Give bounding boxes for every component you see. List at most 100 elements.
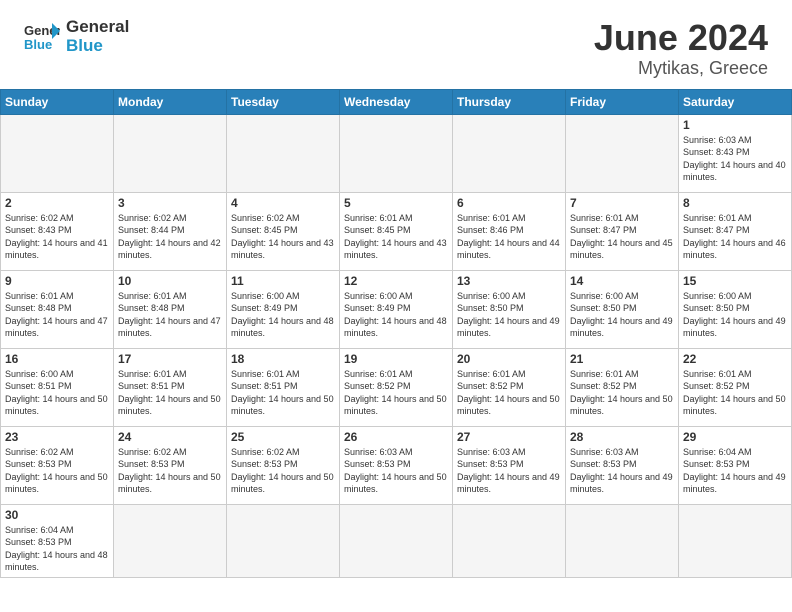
daylight-label: Daylight: 14 hours and 50 minutes. [231, 394, 334, 417]
sunset-label: Sunset: 8:50 PM [683, 303, 750, 313]
calendar-day: 11 Sunrise: 6:00 AMSunset: 8:49 PMDayligh… [227, 270, 340, 348]
sunrise-label: Sunrise: 6:01 AM [344, 213, 413, 223]
daylight-label: Daylight: 14 hours and 50 minutes. [683, 394, 786, 417]
sunset-label: Sunset: 8:53 PM [5, 537, 72, 547]
day-info: Sunrise: 6:01 AM Sunset: 8:51 PM Daylight:… [231, 368, 335, 418]
day-number: 12 [344, 274, 448, 288]
daylight-label: Daylight: 14 hours and 43 minutes. [231, 238, 334, 261]
logo-icon: General Blue [24, 21, 60, 53]
day-number: 25 [231, 430, 335, 444]
daylight-label: Daylight: 14 hours and 41 minutes. [5, 238, 108, 261]
calendar-day: 9Sunrise: 6:01 AMSunset: 8:48 PMDaylight… [1, 270, 114, 348]
svg-text:Blue: Blue [24, 37, 52, 52]
sunrise-label: Sunrise: 6:02 AM [231, 447, 300, 457]
calendar-day: 12 Sunrise: 6:00 AM Sunset: 8:49 PM Dayligh… [340, 270, 453, 348]
logo-blue-text: Blue [66, 37, 129, 56]
sunrise-label: Sunrise: 6:03 AM [683, 135, 752, 145]
sunrise-label: Sunrise: 6:00 AM [457, 291, 526, 301]
daylight-label: Daylight: 14 hours and 48 minutes. [344, 316, 447, 339]
sunrise-label: Sunrise: 6:00 AM [570, 291, 639, 301]
sunset-label: Sunset: 8:52 PM [570, 381, 637, 391]
sunrise-label: Sunrise: 6:00 AM [344, 291, 413, 301]
sunrise-label: Sunrise: 6:01 AM [457, 369, 526, 379]
day-number: 21 [570, 352, 674, 366]
sunrise-label: Sunrise: 6:01 AM [570, 213, 639, 223]
sunrise-label: Sunrise: 6:03 AM [570, 447, 639, 457]
sunrise-label: Sunrise: 6:01 AM [231, 369, 300, 379]
day-info: Sunrise: 6:03 AMSunset: 8:43 PMDaylight:… [683, 134, 787, 184]
calendar-day: 17Sunrise: 6:01 AMSunset: 8:51 PMDayligh… [114, 348, 227, 426]
sunset-label: Sunset: 8:53 PM [457, 459, 524, 469]
sunset-label: Sunset: 8:51 PM [231, 381, 298, 391]
day-number: 3 [118, 196, 222, 210]
sunrise-label: Sunrise: 6:01 AM [570, 369, 639, 379]
sunrise-label: Sunrise: 6:03 AM [457, 447, 526, 457]
empty-cell [340, 114, 453, 192]
calendar-day: 30Sunrise: 6:04 AMSunset: 8:53 PMDayligh… [1, 504, 114, 577]
day-info: Sunrise: 6:02 AMSunset: 8:43 PMDaylight:… [5, 212, 109, 262]
sunset-label: Sunset: 8:52 PM [683, 381, 750, 391]
day-info: Sunrise: 6:01 AMSunset: 8:52 PMDaylight:… [344, 368, 448, 418]
calendar-day: 19Sunrise: 6:01 AMSunset: 8:52 PMDayligh… [340, 348, 453, 426]
calendar-day: 4Sunrise: 6:02 AMSunset: 8:45 PMDaylight… [227, 192, 340, 270]
sunrise-label: Sunrise: 6:00 AM [5, 369, 74, 379]
sunset-label: Sunset: 8:45 PM [344, 225, 411, 235]
daylight-label: Daylight: 14 hours and 49 minutes. [457, 472, 560, 495]
day-info: Sunrise: 6:01 AMSunset: 8:52 PMDaylight:… [570, 368, 674, 418]
daylight-label: Daylight: 14 hours and 50 minutes. [118, 394, 221, 417]
sunset-label: Sunset: 8:49 PM [344, 303, 411, 313]
page-subtitle: Mytikas, Greece [594, 58, 768, 79]
day-info: Sunrise: 6:02 AMSunset: 8:53 PMDaylight:… [5, 446, 109, 496]
sunset-label: Sunset: 8:53 PM [344, 459, 411, 469]
empty-cell [679, 504, 792, 577]
sunrise-label: Sunrise: 6:01 AM [5, 291, 74, 301]
sunset-label: Sunset: 8:48 PM [118, 303, 185, 313]
empty-cell [566, 114, 679, 192]
empty-cell [114, 504, 227, 577]
calendar-day: 18Sunrise: 6:01 AMSunset: 8:51 PMDayligh… [227, 348, 340, 426]
day-info: Sunrise: 6:03 AMSunset: 8:53 PMDaylight:… [344, 446, 448, 496]
day-number: 5 [344, 196, 448, 210]
calendar-day: 6Sunrise: 6:01 AMSunset: 8:46 PMDaylight… [453, 192, 566, 270]
day-number: 26 [344, 430, 448, 444]
day-number: 7 [570, 196, 674, 210]
day-info: Sunrise: 6:02 AMSunset: 8:53 PMDaylight:… [231, 446, 335, 496]
day-info: Sunrise: 6:02 AMSunset: 8:44 PMDaylight:… [118, 212, 222, 262]
day-number: 24 [118, 430, 222, 444]
day-number: 29 [683, 430, 787, 444]
weekday-header: Friday [566, 89, 679, 114]
empty-cell [114, 114, 227, 192]
daylight-label: Daylight: 14 hours and 50 minutes. [344, 394, 447, 417]
day-info: Sunrise: 6:01 AMSunset: 8:47 PMDaylight:… [683, 212, 787, 262]
day-number: 27 [457, 430, 561, 444]
daylight-label: Daylight: 14 hours and 49 minutes. [683, 472, 786, 495]
calendar-day: 25 Sunrise: 6:02 AMSunset: 8:53 PMDayligh… [227, 426, 340, 504]
day-number: 11 [231, 274, 335, 288]
day-info: Sunrise: 6:00 AMSunset: 8:49 PMDaylight:… [231, 290, 335, 340]
day-info: Sunrise: 6:01 AMSunset: 8:47 PMDaylight:… [570, 212, 674, 262]
sunrise-label: Sunrise: 6:00 AM [683, 291, 752, 301]
day-number: 23 [5, 430, 109, 444]
calendar-day: 20Sunrise: 6:01 AMSunset: 8:52 PMDayligh… [453, 348, 566, 426]
day-number: 2 [5, 196, 109, 210]
calendar-day: 14Sunrise: 6:00 AMSunset: 8:50 PMDayligh… [566, 270, 679, 348]
calendar-day: 8Sunrise: 6:01 AMSunset: 8:47 PMDaylight… [679, 192, 792, 270]
daylight-label: Daylight: 14 hours and 50 minutes. [5, 394, 108, 417]
day-info: Sunrise: 6:00 AMSunset: 8:50 PMDaylight:… [570, 290, 674, 340]
logo-general-text: General [66, 18, 129, 37]
calendar-day: 3 Sunrise: 6:02 AMSunset: 8:44 PMDaylight… [114, 192, 227, 270]
sunset-label: Sunset: 8:53 PM [683, 459, 750, 469]
sunrise-label: Sunrise: 6:01 AM [344, 369, 413, 379]
calendar-day: 16Sunrise: 6:00 AMSunset: 8:51 PMDayligh… [1, 348, 114, 426]
day-info: Sunrise: 6:00 AMSunset: 8:50 PMDaylight:… [457, 290, 561, 340]
day-number: 13 [457, 274, 561, 288]
calendar-day: 22Sunrise: 6:01 AMSunset: 8:52 PMDayligh… [679, 348, 792, 426]
sunset-label: Sunset: 8:44 PM [118, 225, 185, 235]
sunrise-label: Sunrise: 6:02 AM [231, 213, 300, 223]
calendar-day: 23 Sunrise: 6:02 AMSunset: 8:53 PMDayligh… [1, 426, 114, 504]
calendar-header: SundayMondayTuesdayWednesdayThursdayFrid… [1, 89, 792, 114]
day-info: Sunrise: 6:03 AMSunset: 8:53 PMDaylight:… [570, 446, 674, 496]
daylight-label: Daylight: 14 hours and 43 minutes. [344, 238, 447, 261]
empty-cell [227, 114, 340, 192]
sunset-label: Sunset: 8:52 PM [457, 381, 524, 391]
